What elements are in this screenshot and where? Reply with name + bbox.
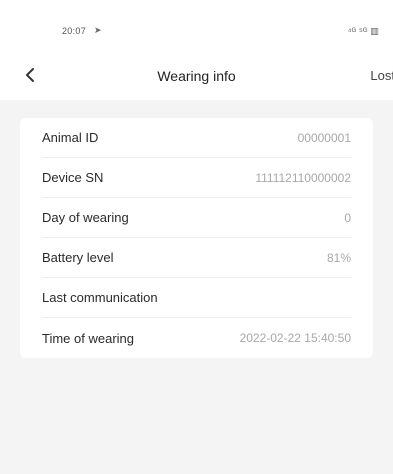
content-area: Animal ID 00000001 Device SN 11111211000… — [0, 100, 393, 358]
row-label: Battery level — [42, 250, 114, 265]
row-label: Day of wearing — [42, 210, 129, 225]
info-row-time-of-wearing: Time of wearing 2022-02-22 15:40:50 — [42, 318, 351, 358]
info-row-last-communication: Last communication — [42, 278, 351, 318]
status-bar: 20:07 ➤ ⁴ᴳ ⁵ᴳ ▥ — [0, 0, 393, 50]
info-card: Animal ID 00000001 Device SN 11111211000… — [20, 118, 373, 358]
info-row-animal-id: Animal ID 00000001 — [42, 118, 351, 158]
location-arrow-icon: ➤ — [94, 25, 102, 35]
network-battery-icons: ⁴ᴳ ⁵ᴳ ▥ — [347, 26, 379, 36]
row-value: 111112110000002 — [255, 170, 351, 185]
row-label: Animal ID — [42, 130, 99, 145]
page-title: Wearing info — [157, 68, 236, 84]
info-row-day-of-wearing: Day of wearing 0 — [42, 198, 351, 238]
status-time: 20:07 — [62, 26, 87, 36]
row-value: 0 — [344, 210, 351, 225]
info-row-battery-level: Battery level 81% — [42, 238, 351, 278]
row-value: 81% — [326, 250, 351, 265]
navigation-bar: Wearing info Lost — [0, 50, 393, 100]
row-label: Time of wearing — [42, 330, 134, 346]
row-value: 00000001 — [297, 130, 351, 145]
row-label: Device SN — [42, 170, 104, 185]
lost-button[interactable]: Lost — [370, 68, 393, 83]
row-value: 2022-02-22 15:40:50 — [239, 331, 351, 345]
info-row-device-sn: Device SN 111112110000002 — [42, 158, 351, 198]
row-label: Last communication — [42, 290, 158, 305]
